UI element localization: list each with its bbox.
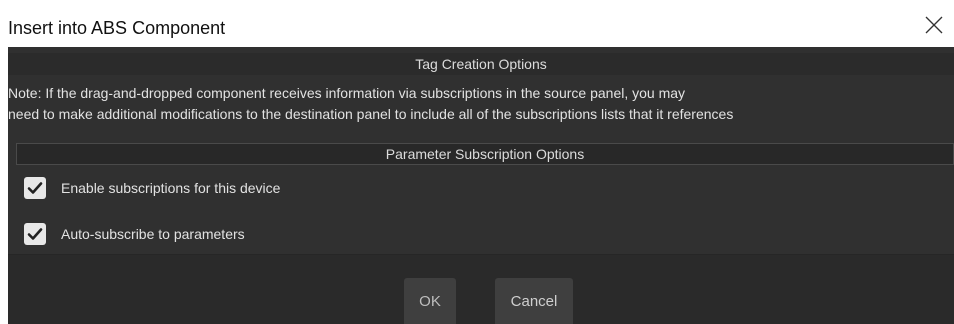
note-line-2: need to make additional modifications to…: [8, 106, 734, 122]
auto-subscribe-label: Auto-subscribe to parameters: [61, 226, 245, 242]
checkmark-icon: [27, 228, 43, 240]
window-title: Insert into ABS Component: [8, 18, 226, 38]
ok-button[interactable]: OK: [404, 278, 456, 324]
auto-subscribe-checkbox[interactable]: [24, 223, 46, 245]
note-line-1: Note: If the drag-and-dropped component …: [8, 85, 686, 101]
note-text: Note: If the drag-and-dropped component …: [8, 83, 954, 125]
dialog-body: Tag Creation Options Note: If the drag-a…: [8, 47, 954, 324]
close-button[interactable]: [914, 6, 954, 44]
auto-subscribe-option[interactable]: Auto-subscribe to parameters: [24, 222, 245, 246]
cancel-button[interactable]: Cancel: [495, 278, 573, 324]
enable-subscriptions-checkbox[interactable]: [24, 177, 46, 199]
checkmark-icon: [27, 182, 43, 194]
close-icon: [925, 16, 943, 34]
parameter-subscription-header: Parameter Subscription Options: [16, 143, 954, 165]
window-titlebar: Insert into ABS Component: [0, 0, 954, 47]
tag-creation-header: Tag Creation Options: [8, 53, 954, 75]
dialog-footer: OK Cancel: [8, 255, 954, 324]
enable-subscriptions-option[interactable]: Enable subscriptions for this device: [24, 176, 280, 200]
enable-subscriptions-label: Enable subscriptions for this device: [61, 180, 281, 196]
